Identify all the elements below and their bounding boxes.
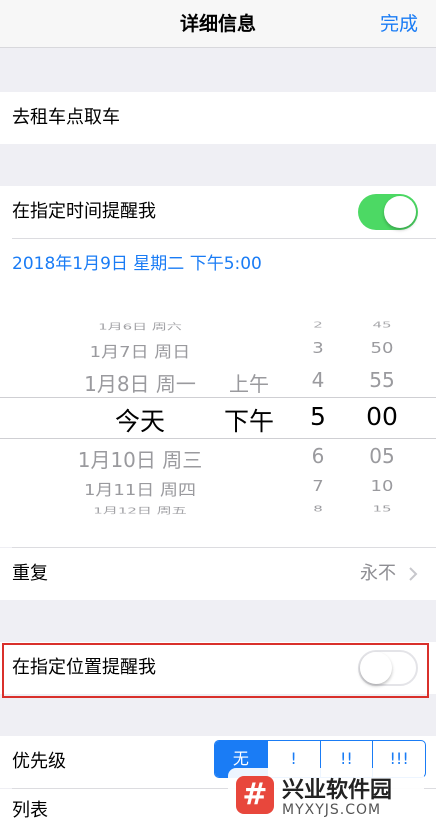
picker-minute-selected[interactable]: 00 bbox=[354, 402, 410, 431]
picker-date-option[interactable]: 1月12日 周五 bbox=[60, 505, 220, 517]
highlight-annotation-box bbox=[2, 643, 429, 698]
hash-logo-icon: # bbox=[236, 776, 274, 814]
picker-date-option[interactable]: 1月6日 周六 bbox=[60, 321, 220, 333]
picker-hour-option[interactable]: 7 bbox=[296, 478, 340, 496]
repeat-value: 永不 bbox=[360, 563, 396, 584]
repeat-cell[interactable]: 重复 永不 bbox=[0, 548, 436, 600]
picker-hour-option[interactable]: 6 bbox=[296, 444, 340, 468]
picker-minute-option[interactable]: 50 bbox=[354, 340, 410, 358]
picker-hour-option[interactable]: 8 bbox=[296, 504, 340, 514]
time-reminder-switch[interactable] bbox=[358, 194, 418, 230]
picker-minute-option[interactable]: 10 bbox=[354, 478, 410, 496]
switch-knob bbox=[384, 196, 416, 228]
picker-hour-option[interactable]: 2 bbox=[296, 320, 340, 330]
picker-minute-option[interactable]: 55 bbox=[354, 368, 410, 392]
task-title-cell[interactable]: 去租车点取车 bbox=[0, 92, 436, 144]
picker-date-option[interactable]: 1月11日 周四 bbox=[60, 478, 220, 500]
picker-hour-option[interactable]: 3 bbox=[296, 340, 340, 358]
watermark-title: 兴业软件园 bbox=[282, 778, 393, 803]
repeat-label: 重复 bbox=[12, 563, 48, 584]
picker-date-option[interactable]: 1月10日 周三 bbox=[60, 444, 220, 473]
picker-date-option[interactable]: 1月8日 周一 bbox=[60, 368, 220, 397]
picker-minute-option[interactable]: 45 bbox=[354, 320, 410, 330]
picker-ampm-option[interactable]: 上午 bbox=[214, 368, 284, 397]
time-reminder-label: 在指定时间提醒我 bbox=[12, 201, 156, 222]
picker-hour-selected[interactable]: 5 bbox=[296, 402, 340, 431]
picker-hour-option[interactable]: 4 bbox=[296, 368, 340, 392]
done-button[interactable]: 完成 bbox=[380, 0, 418, 48]
picker-date-option[interactable]: 1月7日 周日 bbox=[60, 340, 220, 362]
picker-date-selected[interactable]: 今天 bbox=[60, 402, 220, 438]
priority-label: 优先级 bbox=[12, 751, 66, 772]
watermark-url: MYXYJS.COM bbox=[282, 802, 382, 818]
page-title: 详细信息 bbox=[179, 13, 256, 35]
datetime-picker-wheel[interactable]: 1月6日 周六 1月7日 周日 1月8日 周一 今天 1月10日 周三 1月11… bbox=[0, 290, 436, 547]
selected-datetime-text[interactable]: 2018年1月9日 星期二 下午5:00 bbox=[12, 238, 262, 290]
picker-minute-option[interactable]: 15 bbox=[354, 504, 410, 514]
list-label: 列表 bbox=[12, 800, 48, 821]
picker-minute-option[interactable]: 05 bbox=[354, 444, 410, 468]
picker-ampm-selected[interactable]: 下午 bbox=[214, 402, 284, 438]
site-watermark: # 兴业软件园 MYXYJS.COM bbox=[228, 768, 424, 828]
task-title-text[interactable]: 去租车点取车 bbox=[12, 92, 120, 144]
chevron-right-icon bbox=[409, 567, 418, 581]
